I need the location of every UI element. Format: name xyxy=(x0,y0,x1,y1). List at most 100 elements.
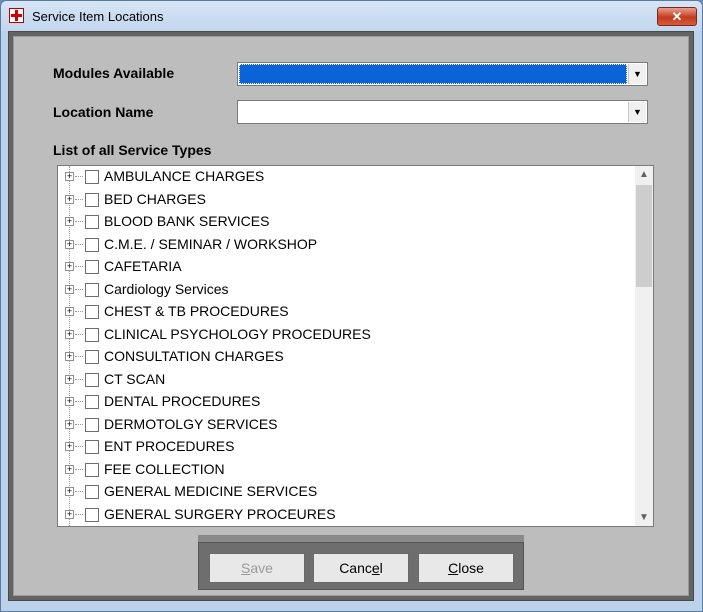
expand-plus-icon[interactable]: + xyxy=(65,397,74,406)
window-close-button[interactable]: ✕ xyxy=(657,7,697,26)
service-type-checkbox[interactable] xyxy=(85,440,99,454)
modules-available-label: Modules Available xyxy=(53,65,175,81)
service-type-item[interactable]: + FEE COLLECTION xyxy=(58,459,628,481)
service-type-checkbox[interactable] xyxy=(85,237,99,252)
expand-plus-icon[interactable]: + xyxy=(65,419,74,429)
service-type-label: Cardiology Services xyxy=(104,280,229,297)
scroll-up-icon[interactable]: ▲ xyxy=(635,166,653,183)
service-type-label: CONSULTATION CHARGES xyxy=(104,348,284,364)
service-type-checkbox[interactable] xyxy=(85,327,99,342)
form-panel: Modules Available ▼ Location Name ▼ List… xyxy=(13,36,689,596)
expand-plus-icon[interactable]: + xyxy=(65,509,74,519)
service-type-label: DERMOTOLGY SERVICES xyxy=(104,415,278,432)
service-type-item[interactable]: + CLINICAL PSYCHOLOGY PROCEDURES xyxy=(58,324,628,346)
service-type-checkbox[interactable] xyxy=(85,260,99,274)
tree-connector xyxy=(75,243,83,245)
location-name-label: Location Name xyxy=(53,104,154,120)
service-type-item[interactable]: + Cardiology Services xyxy=(58,279,628,301)
tree-connector xyxy=(75,356,83,357)
service-type-item[interactable]: + AMBULANCE CHARGES xyxy=(58,166,628,188)
service-type-checkbox[interactable] xyxy=(85,282,99,297)
service-type-label: GENERAL MEDICINE SERVICES xyxy=(104,483,318,499)
service-type-item[interactable]: + GENERAL SURGERY PROCEURES xyxy=(58,504,628,526)
tree-connector xyxy=(75,446,83,447)
service-type-item[interactable]: + DERMOTOLGY SERVICES xyxy=(58,414,628,436)
service-type-checkbox[interactable] xyxy=(85,372,99,387)
cancel-button[interactable]: Cancel xyxy=(313,553,409,583)
service-type-item[interactable]: + GENERAL MEDICINE SERVICES xyxy=(58,481,628,503)
service-type-item[interactable]: + CT SCAN xyxy=(58,369,628,391)
tree-connector xyxy=(75,423,83,425)
service-type-checkbox[interactable] xyxy=(85,417,99,432)
service-type-label: BED CHARGES xyxy=(104,190,206,207)
button-bar-strip xyxy=(198,535,524,542)
expand-plus-icon[interactable]: + xyxy=(65,329,74,339)
red-cross-icon xyxy=(9,8,24,23)
service-type-label: FEE COLLECTION xyxy=(104,460,225,477)
service-type-item[interactable]: + ENT PROCEDURES xyxy=(58,436,628,458)
tree-connector xyxy=(75,176,83,177)
expand-plus-icon[interactable]: + xyxy=(65,352,74,361)
scroll-down-icon[interactable]: ▼ xyxy=(635,509,653,526)
service-type-item[interactable]: + BED CHARGES xyxy=(58,189,628,211)
vertical-scrollbar[interactable]: ▲ ▼ xyxy=(635,166,653,526)
service-type-checkbox[interactable] xyxy=(85,485,99,499)
save-button[interactable]: Save xyxy=(209,553,305,583)
modules-available-value xyxy=(239,64,627,84)
service-type-checkbox[interactable] xyxy=(85,305,99,319)
expand-plus-icon[interactable]: + xyxy=(65,194,74,204)
expand-plus-icon[interactable]: + xyxy=(65,284,74,294)
tree-connector xyxy=(75,333,83,335)
tree-connector xyxy=(75,513,83,515)
modules-available-dropdown[interactable]: ▼ xyxy=(237,62,648,86)
service-type-item[interactable]: + C.M.E. / SEMINAR / WORKSHOP xyxy=(58,234,628,256)
close-accelerator: C xyxy=(448,560,459,576)
client-area: Modules Available ▼ Location Name ▼ List… xyxy=(8,31,694,601)
scrollbar-thumb[interactable] xyxy=(636,185,652,287)
tree-connector xyxy=(75,378,83,380)
expand-plus-icon[interactable]: + xyxy=(65,464,74,474)
tree-connector xyxy=(75,468,83,470)
service-type-label: GENERAL SURGERY PROCEURES xyxy=(104,505,336,522)
service-type-item[interactable]: + BLOOD BANK SERVICES xyxy=(58,211,628,233)
service-type-checkbox[interactable] xyxy=(85,507,99,522)
service-type-item[interactable]: + CAFETARIA xyxy=(58,256,628,278)
close-button[interactable]: Close xyxy=(418,553,514,583)
service-types-list-label: List of all Service Types xyxy=(53,142,212,158)
tree-connector xyxy=(75,311,83,312)
service-type-checkbox[interactable] xyxy=(85,395,99,409)
service-type-label: C.M.E. / SEMINAR / WORKSHOP xyxy=(104,235,318,252)
expand-plus-icon[interactable]: + xyxy=(65,239,74,249)
location-name-dropdown[interactable]: ▼ xyxy=(237,100,648,124)
chevron-down-icon[interactable]: ▼ xyxy=(628,64,646,84)
location-name-value xyxy=(239,102,627,122)
tree-connector xyxy=(75,266,83,267)
service-type-checkbox[interactable] xyxy=(85,462,99,477)
expand-plus-icon[interactable]: + xyxy=(65,442,74,451)
tree-connector xyxy=(75,288,83,290)
service-type-item[interactable]: + CONSULTATION CHARGES xyxy=(58,346,628,368)
expand-plus-icon[interactable]: + xyxy=(65,172,74,181)
expand-plus-icon[interactable]: + xyxy=(65,307,74,316)
expand-plus-icon[interactable]: + xyxy=(65,374,74,384)
service-type-label: CAFETARIA xyxy=(104,258,182,274)
service-type-label: BLOOD BANK SERVICES xyxy=(104,213,270,229)
service-type-checkbox[interactable] xyxy=(85,350,99,364)
expand-plus-icon[interactable]: + xyxy=(65,262,74,271)
service-type-checkbox[interactable] xyxy=(85,215,99,229)
service-type-label: ENT PROCEDURES xyxy=(104,438,235,454)
service-type-label: CT SCAN xyxy=(104,370,166,387)
expand-plus-icon[interactable]: + xyxy=(65,487,74,496)
chevron-down-icon[interactable]: ▼ xyxy=(628,102,646,122)
tree-connector xyxy=(75,401,83,402)
title-bar[interactable]: Service Item Locations ✕ xyxy=(1,1,702,31)
service-item-locations-window: Service Item Locations ✕ Modules Availab… xyxy=(0,0,703,612)
service-types-tree[interactable]: + AMBULANCE CHARGES + BED CHARGES + BLOOD BAN… xyxy=(57,165,654,527)
service-type-label: DENTAL PROCEDURES xyxy=(104,393,261,409)
cancel-accelerator: e xyxy=(371,560,380,576)
service-type-item[interactable]: + DENTAL PROCEDURES xyxy=(58,391,628,413)
service-type-checkbox[interactable] xyxy=(85,192,99,207)
service-type-item[interactable]: + CHEST & TB PROCEDURES xyxy=(58,301,628,323)
service-type-checkbox[interactable] xyxy=(85,170,99,184)
expand-plus-icon[interactable]: + xyxy=(65,217,74,226)
